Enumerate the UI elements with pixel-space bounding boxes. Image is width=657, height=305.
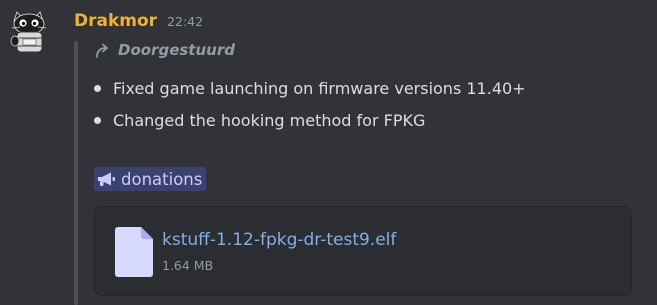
channel-mention-label: donations <box>121 169 203 189</box>
attachment-filename-link[interactable]: kstuff-1.12-fpkg-dr-test9.elf <box>162 230 396 250</box>
author-name[interactable]: Drakmor <box>74 11 157 31</box>
bullet-dot <box>94 116 101 124</box>
list-item: Changed the hooking method for FPKG <box>94 104 526 136</box>
list-item-text: Fixed game launching on firmware version… <box>113 78 526 98</box>
message-header: Drakmor 22:42 <box>74 11 203 31</box>
megaphone-icon <box>97 171 116 187</box>
file-attachment: kstuff-1.12-fpkg-dr-test9.elf 1.64 MB <box>94 206 632 296</box>
forward-arrow-icon <box>94 41 112 59</box>
forwarded-label: Doorgestuurd <box>118 41 235 59</box>
cat-avatar-icon <box>10 11 47 53</box>
forwarded-indicator: Doorgestuurd <box>94 41 235 59</box>
file-icon <box>115 227 153 277</box>
changelog-list: Fixed game launching on firmware version… <box>94 72 526 136</box>
channel-mention-donations[interactable]: donations <box>94 167 207 191</box>
list-item-text: Changed the hooking method for FPKG <box>113 110 426 130</box>
attachment-file-size: 1.64 MB <box>162 258 214 273</box>
user-avatar[interactable] <box>8 11 50 55</box>
forwarded-message: Drakmor 22:42 Doorgestuurd Fixed game la… <box>0 0 657 305</box>
list-item: Fixed game launching on firmware version… <box>94 72 526 104</box>
bullet-dot <box>94 84 101 92</box>
message-timestamp[interactable]: 22:42 <box>167 14 203 29</box>
forward-quote-bar <box>74 41 78 305</box>
